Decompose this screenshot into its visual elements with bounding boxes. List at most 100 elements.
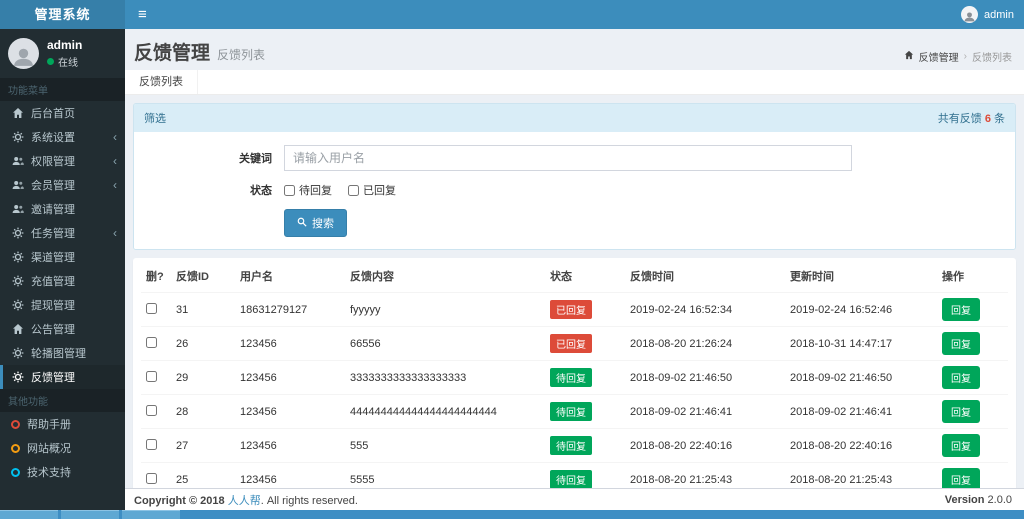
table-row: 26 123456 66556 已回复 2018-08-20 21:26:24 … [141,326,1008,361]
cell-username: 18631279127 [235,292,345,327]
reply-button[interactable]: 回复 [942,366,980,389]
sidebar-item[interactable]: 权限管理 ‹ [0,149,125,173]
circle-o-icon [11,443,20,453]
table-row: 31 18631279127 fyyyyy 已回复 2019-02-24 16:… [141,292,1008,327]
row-select-checkbox[interactable] [146,302,157,314]
col-update-time: 更新时间 [785,260,937,293]
sidebar-item-icon [11,179,24,192]
circle-o-icon [11,419,20,429]
col-feedback-id: 反馈ID [171,260,235,293]
keyword-label: 关键词 [239,153,272,165]
sidebar-item[interactable]: 系统设置 ‹ [0,125,125,149]
status-pending-option[interactable]: 待回复 [284,182,332,198]
sidebar-item-label: 技术支持 [27,467,71,479]
main-content: 反馈管理 反馈列表 反馈管理 › 反馈列表 反馈列表 筛选 共有反馈 6 条 关键… [125,29,1024,488]
sidebar-item[interactable]: 提现管理 ‹ [0,293,125,317]
sidebar-item[interactable]: 充值管理 ‹ [0,269,125,293]
copyright: Copyright © 2018 人人帮. All rights reserve… [134,494,358,507]
brand-link[interactable]: 人人帮 [228,495,261,507]
user-menu[interactable]: admin [961,0,1014,29]
sidebar-item-label: 权限管理 [31,156,75,168]
sidebar-item[interactable]: 公告管理 ‹ [0,317,125,341]
sidebar-item[interactable]: 技术支持 [0,460,125,484]
cell-content: 444444444444444444444444 [345,394,545,429]
status-replied-checkbox[interactable] [348,184,359,196]
status-badge: 待回复 [550,402,592,421]
sidebar-item[interactable]: 渠道管理 ‹ [0,245,125,269]
sidebar-item-icon [11,227,24,240]
search-icon [297,217,307,230]
reply-button[interactable]: 回复 [942,400,980,423]
sidebar-item-icon [11,251,24,264]
sidebar-item-label: 邀请管理 [31,204,75,216]
sidebar-item-icon [11,347,24,360]
sidebar-item[interactable]: 轮播图管理 ‹ [0,341,125,365]
status-badge: 待回复 [550,436,592,455]
reply-button[interactable]: 回复 [942,332,980,355]
status-replied-option[interactable]: 已回复 [348,182,396,198]
cell-username: 123456 [235,428,345,463]
reply-button[interactable]: 回复 [942,468,980,488]
online-dot-icon [47,58,54,65]
sidebar-item[interactable]: 任务管理 ‹ [0,221,125,245]
cell-feedback-id: 25 [171,462,235,488]
status-pending-checkbox[interactable] [284,184,295,196]
reply-button[interactable]: 回复 [942,434,980,457]
chevron-left-icon: ‹ [113,178,117,192]
sidebar-item[interactable]: 帮助手册 [0,412,125,436]
keyword-input[interactable] [284,145,852,171]
tab-feedback-list[interactable]: 反馈列表 [125,70,198,94]
row-select-checkbox[interactable] [146,404,157,416]
table-row: 29 123456 3333333333333333333 待回复 2018-0… [141,360,1008,395]
user-menu-name: admin [984,8,1014,21]
sidebar-item-label: 网站概况 [27,443,71,455]
search-button[interactable]: 搜索 [284,209,347,237]
sidebar-item[interactable]: 网站概况 [0,436,125,460]
sidebar-item[interactable]: 会员管理 ‹ [0,173,125,197]
sidebar-item-label: 公告管理 [31,324,75,336]
row-select-checkbox[interactable] [146,336,157,348]
reply-button[interactable]: 回复 [942,298,980,321]
cell-update-time: 2018-09-02 21:46:50 [785,360,937,395]
cell-update-time: 2018-09-02 21:46:41 [785,394,937,429]
cell-feedback-time: 2018-09-02 21:46:50 [625,360,785,395]
brand-logo[interactable]: 管理系统 [0,0,125,29]
cell-feedback-id: 27 [171,428,235,463]
row-select-checkbox[interactable] [146,370,157,382]
row-select-checkbox[interactable] [146,438,157,450]
sidebar-item[interactable]: 反馈管理 ‹ [0,365,125,389]
cell-feedback-id: 26 [171,326,235,361]
filter-panel: 筛选 共有反馈 6 条 关键词 状态 待回复 已回复 [133,103,1016,250]
chevron-left-icon: ‹ [113,226,117,240]
content-header: 反馈管理 反馈列表 反馈管理 › 反馈列表 [125,29,1024,70]
sidebar-item[interactable]: 邀请管理 ‹ [0,197,125,221]
breadcrumb-separator: › [963,50,967,62]
col-action: 操作 [937,260,1008,293]
col-content: 反馈内容 [345,260,545,293]
sidebar-item[interactable]: 后台首页 ‹ [0,101,125,125]
sidebar: admin 在线 功能菜单 后台首页 ‹ 系统设置 ‹ [0,29,125,510]
sidebar-section-menu: 功能菜单 [0,78,125,101]
chevron-left-icon: ‹ [113,130,117,144]
table-header-row: 删? 反馈ID 用户名 反馈内容 状态 反馈时间 更新时间 操作 [141,260,1008,293]
sidebar-username: admin [47,38,83,52]
filter-form: 关键词 状态 待回复 已回复 [134,132,1015,249]
circle-o-icon [11,467,20,477]
online-status[interactable]: 在线 [47,54,82,69]
strip-segment [122,510,180,519]
col-delete: 删? [141,260,171,293]
breadcrumb-link[interactable]: 反馈管理 [919,49,959,64]
sidebar-item-icon [11,107,24,120]
sidebar-item-icon [11,275,24,288]
cell-username: 123456 [235,462,345,488]
table-row: 28 123456 444444444444444444444444 待回复 2… [141,394,1008,429]
col-status: 状态 [545,260,625,293]
row-select-checkbox[interactable] [146,472,157,484]
status-badge: 待回复 [550,470,592,488]
filter-title: 筛选 [144,113,166,125]
filter-panel-header: 筛选 共有反馈 6 条 [134,104,1015,132]
sidebar-item-label: 反馈管理 [31,372,75,384]
sidebar-toggle-icon[interactable]: ≡ [125,0,160,29]
breadcrumb-current: 反馈列表 [972,52,1012,64]
user-avatar-icon [961,6,979,23]
